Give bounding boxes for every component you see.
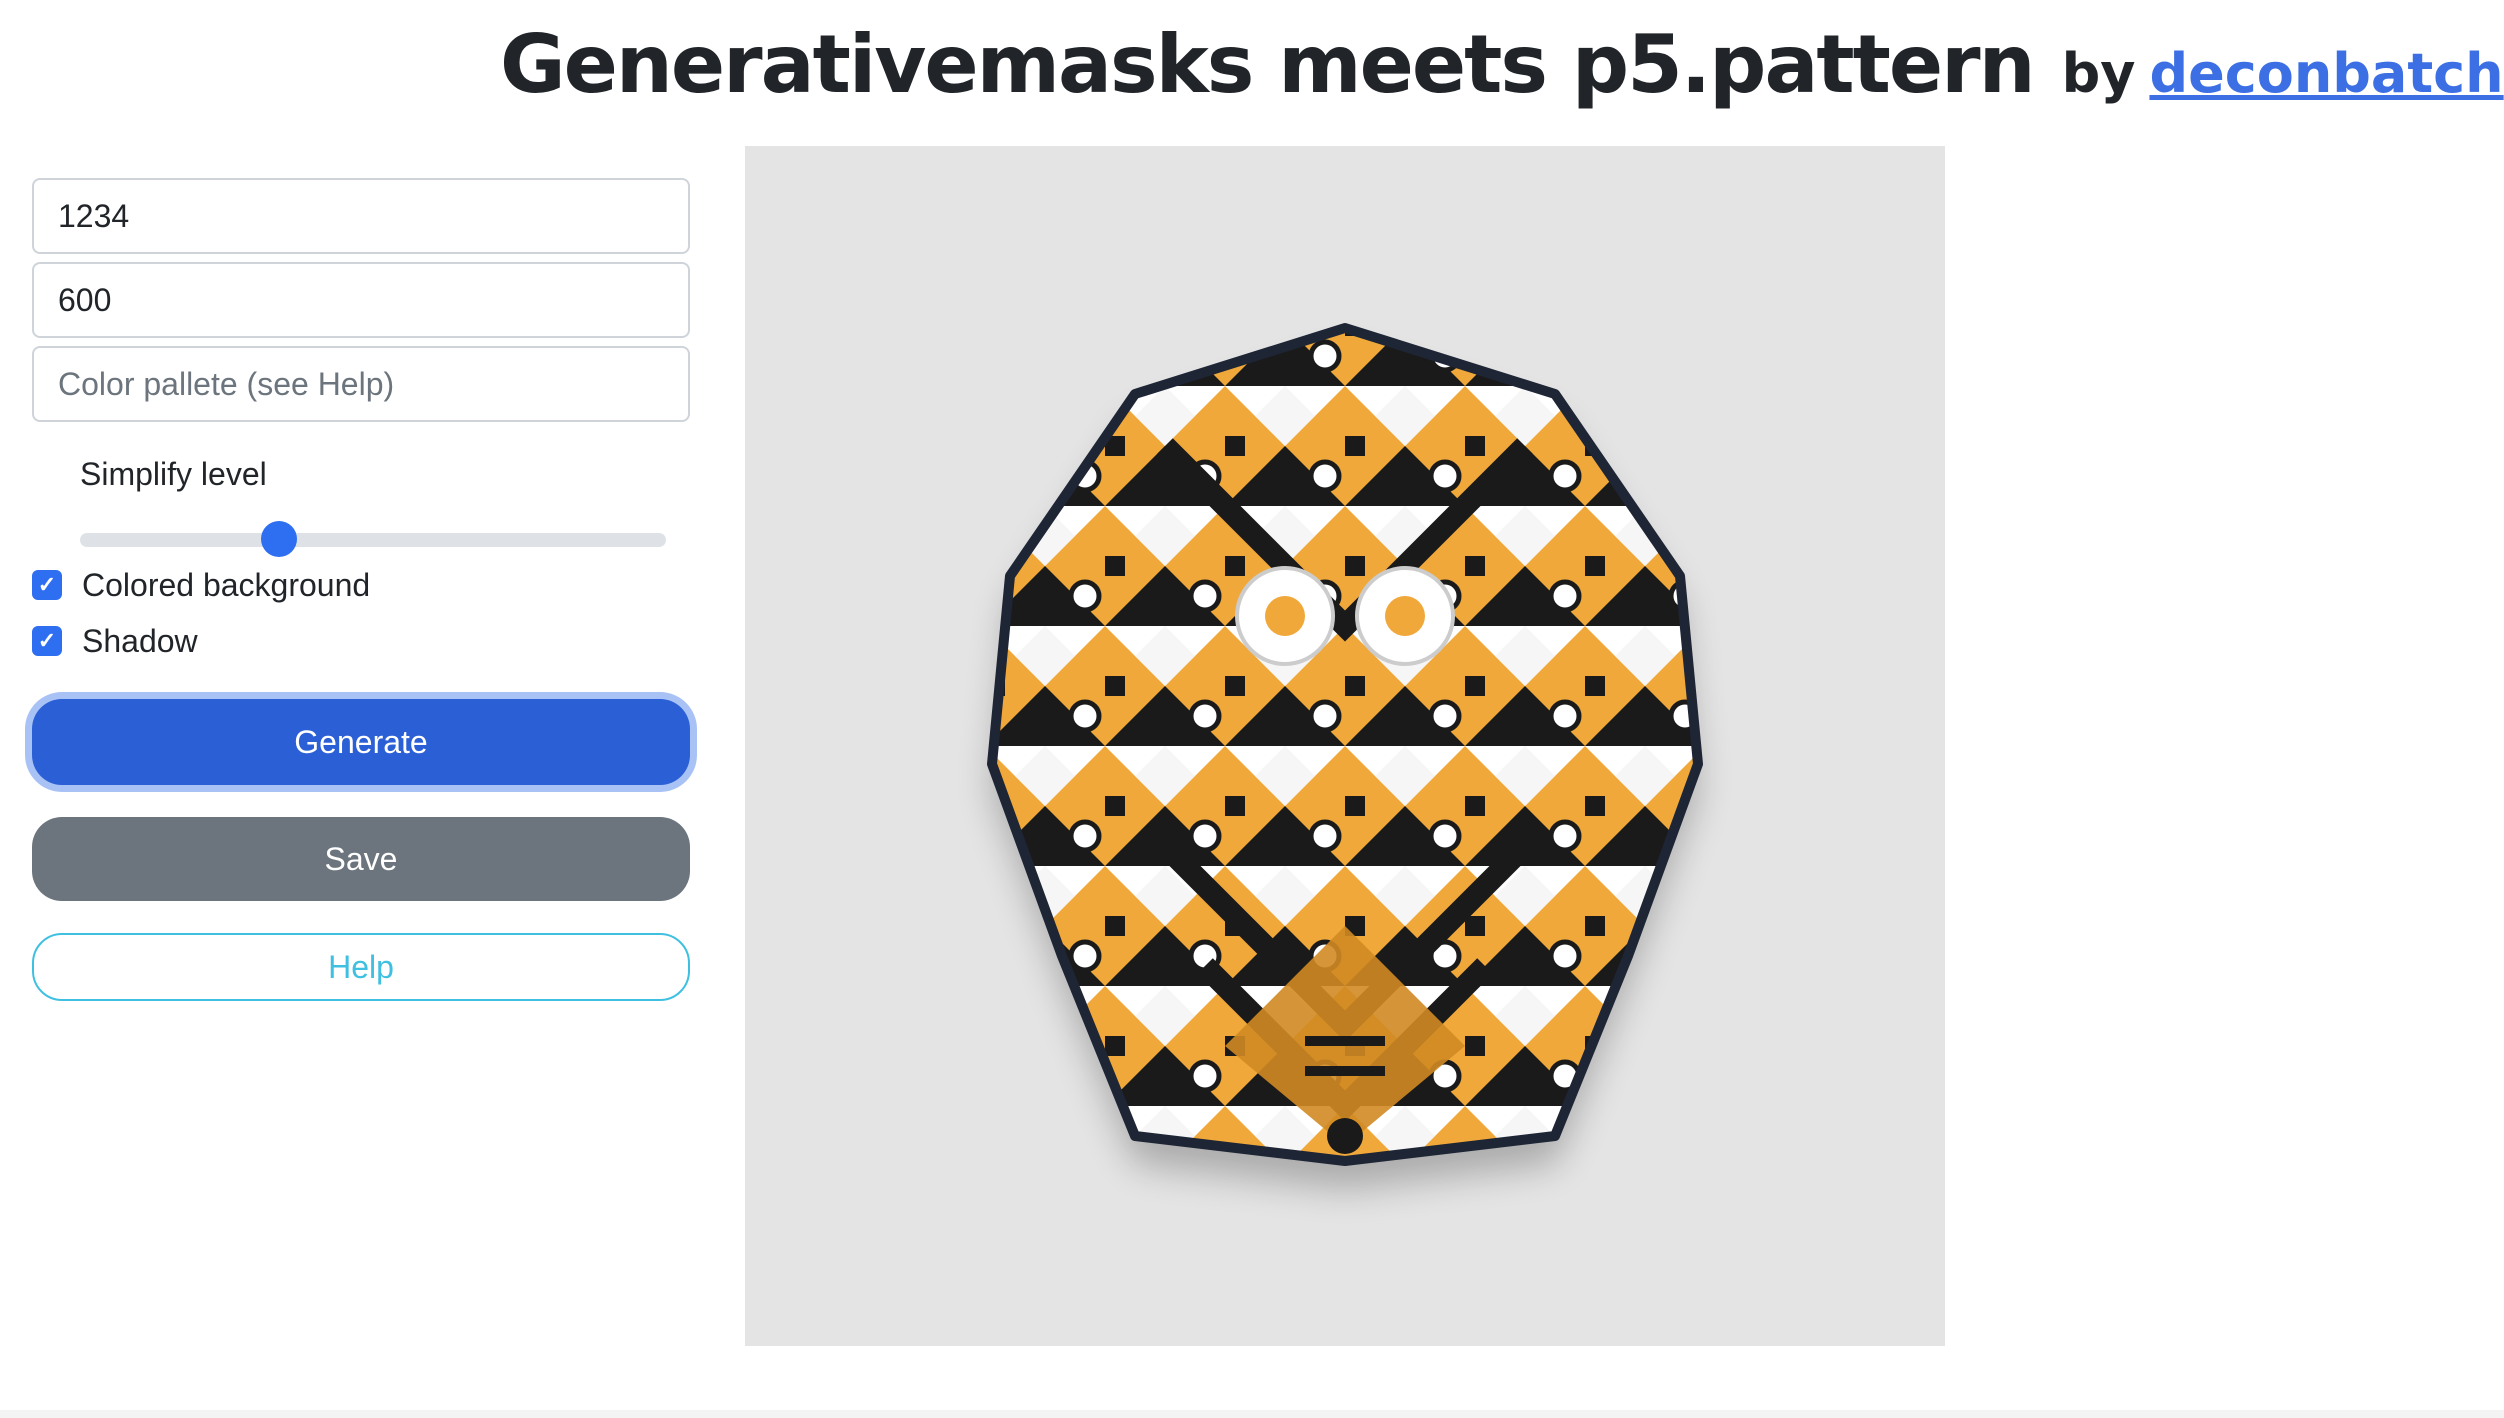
page-title: Generativemasks meets p5.pattern [500, 18, 2036, 111]
mask-drawing [987, 323, 1703, 1189]
seed-input[interactable] [32, 178, 690, 254]
color-palette-input[interactable] [32, 346, 690, 422]
shadow-checkbox[interactable]: ✓ [32, 626, 62, 656]
size-input[interactable] [32, 262, 690, 338]
simplify-level-slider[interactable] [80, 521, 666, 557]
page-header: Generativemasks meets p5.pattern by deco… [500, 18, 2504, 128]
control-panel: Simplify level ✓ Colored background ✓ Sh… [32, 178, 690, 1001]
author-link[interactable]: deconbatch [2149, 42, 2503, 105]
check-icon: ✓ [37, 628, 57, 653]
shadow-label: Shadow [82, 622, 198, 659]
colored-background-checkbox[interactable]: ✓ [32, 570, 62, 600]
slider-track[interactable] [80, 533, 666, 547]
save-button[interactable]: Save [32, 817, 690, 901]
slider-thumb[interactable] [261, 521, 298, 557]
generate-button[interactable]: Generate [32, 699, 690, 785]
mask-pattern [992, 328, 1698, 1161]
simplify-level-label: Simplify level [80, 456, 267, 492]
footer-strip [0, 1410, 2504, 1418]
shadow-option[interactable]: ✓ Shadow [32, 613, 690, 669]
colored-background-label: Colored background [82, 566, 371, 603]
mask-canvas [745, 146, 1945, 1346]
colored-background-option[interactable]: ✓ Colored background [32, 557, 690, 613]
check-icon: ✓ [37, 572, 57, 597]
help-button[interactable]: Help [32, 933, 690, 1001]
by-text: by [2061, 42, 2136, 105]
